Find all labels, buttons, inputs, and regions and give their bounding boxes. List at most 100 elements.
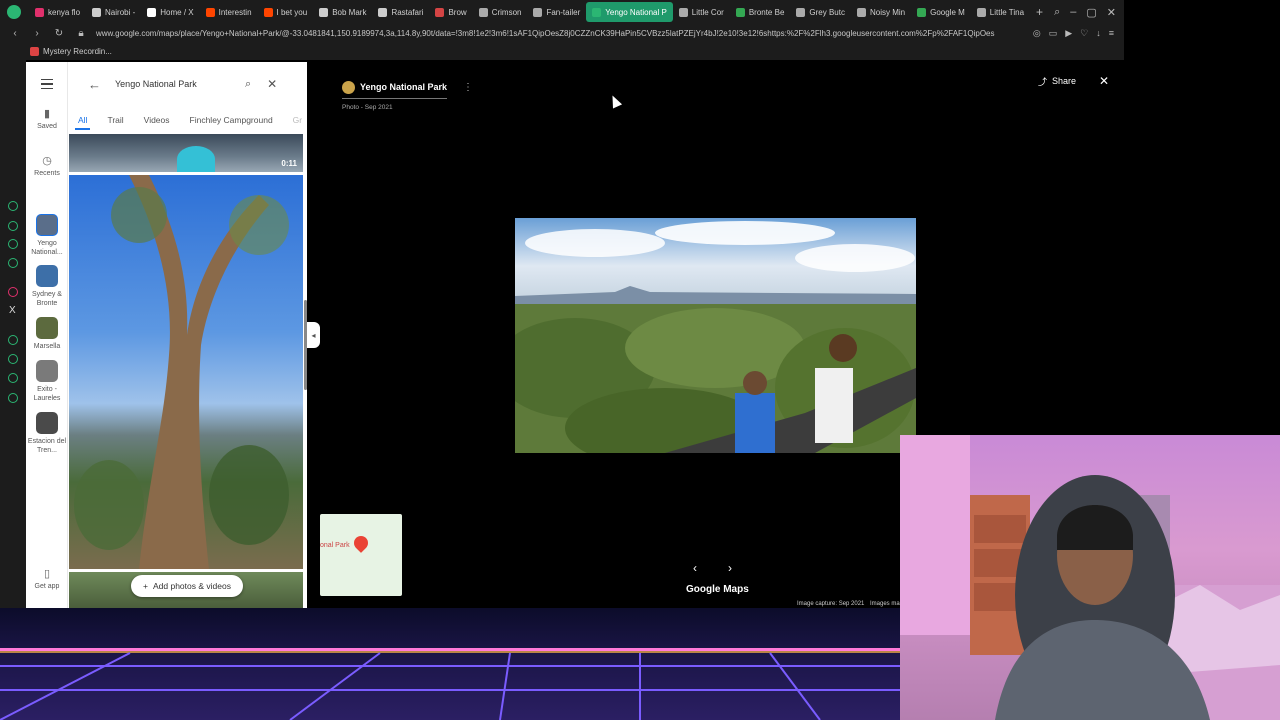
aria-icon[interactable] xyxy=(8,221,18,231)
place-name[interactable]: Yengo National Park xyxy=(360,82,447,92)
maps-side-panel: ← Yengo National Park ⌕ ✕ All Trail Vide… xyxy=(68,62,307,608)
address-bar: ‹ › ↻ 🔒︎ www.google.com/maps/place/Yengo… xyxy=(0,24,1124,42)
tab-label: Nairobi - xyxy=(105,7,136,17)
browser-tab[interactable]: Yengo National P xyxy=(586,2,673,22)
video-preview-image xyxy=(177,146,215,172)
video-duration: 0:11 xyxy=(281,159,297,168)
browser-tab[interactable]: Google M xyxy=(911,2,971,22)
landscape-photo-image xyxy=(515,218,916,453)
browser-tab[interactable]: Home / X xyxy=(141,2,199,22)
tab-favicon-icon xyxy=(917,7,927,17)
tab-label: Little Tina xyxy=(989,7,1025,17)
address-bar-actions: ◎ ▭ ▶ ♡ ↓ ≡ xyxy=(1033,28,1124,39)
image-capture-date: Image capture: Sep 2021 xyxy=(797,601,865,607)
video-thumbnail[interactable]: 0:11 xyxy=(69,134,303,172)
share-button[interactable]: ⤴ Share xyxy=(1038,74,1076,88)
history-icon: ◷ xyxy=(42,155,52,167)
browser-tab[interactable]: Rastafari xyxy=(372,2,429,22)
browser-tab[interactable]: Little Cor xyxy=(673,2,730,22)
minimize-icon[interactable]: – xyxy=(1070,6,1076,19)
tab-favicon-icon xyxy=(435,7,445,17)
opera-logo-icon[interactable] xyxy=(7,5,21,19)
rail-recents[interactable]: ◷ Recents xyxy=(26,155,68,178)
browser-tab[interactable]: Crimson xyxy=(473,2,528,22)
search-input[interactable]: Yengo National Park xyxy=(115,79,233,89)
search-icon[interactable]: ⌕ xyxy=(245,78,251,91)
refresh-sidebar-icon[interactable] xyxy=(8,201,18,211)
browser-tab[interactable]: Noisy Min xyxy=(851,2,911,22)
tab-favicon-icon xyxy=(263,7,273,17)
tab-finchley-campground[interactable]: Finchley Campground xyxy=(190,110,273,130)
browser-tab[interactable]: Fan-tailer xyxy=(527,2,586,22)
tab-trail[interactable]: Trail xyxy=(107,110,123,130)
photo-category-tabs: All Trail Videos Finchley Campground Gr xyxy=(68,110,307,130)
tab-favicon-icon xyxy=(856,7,866,17)
forward-icon[interactable]: › xyxy=(30,28,44,39)
back-arrow-icon[interactable]: ← xyxy=(88,77,101,92)
rail-recent-marsella[interactable]: Marsella xyxy=(26,317,68,351)
player-icon[interactable] xyxy=(8,335,18,345)
browser-tab[interactable]: Interestin xyxy=(200,2,258,22)
add-photos-button[interactable]: + Add photos & videos xyxy=(131,575,243,597)
main-photo[interactable] xyxy=(515,218,916,453)
browser-tab[interactable]: Nairobi - xyxy=(86,2,141,22)
whatsapp-icon[interactable] xyxy=(8,258,18,268)
history-icon[interactable] xyxy=(8,354,18,364)
heart-icon[interactable]: ♡ xyxy=(1080,28,1088,39)
new-tab-icon[interactable]: + xyxy=(1036,5,1043,19)
hamburger-menu-icon[interactable] xyxy=(41,79,53,89)
close-window-icon[interactable]: ✕ xyxy=(1107,6,1116,19)
tab-videos[interactable]: Videos xyxy=(144,110,170,130)
tab-all[interactable]: All xyxy=(74,110,92,130)
menu-icon[interactable]: ≡ xyxy=(1109,28,1114,39)
camera-icon[interactable]: ◎ xyxy=(1033,28,1041,39)
rail-recent-sydney[interactable]: Sydney & Bronte xyxy=(26,265,68,308)
place-avatar xyxy=(342,80,355,94)
rail-recent-yengo[interactable]: Yengo National... xyxy=(26,214,68,257)
browser-tab[interactable]: Bronte Be xyxy=(730,2,791,22)
images-attribution: Images ma xyxy=(870,601,900,607)
settings-icon[interactable] xyxy=(8,393,18,403)
browser-tab[interactable]: I bet you xyxy=(258,2,314,22)
back-icon[interactable]: ‹ xyxy=(8,28,22,39)
extensions-icon[interactable] xyxy=(8,373,18,383)
browser-tab[interactable]: kenya flo xyxy=(29,2,86,22)
reload-icon[interactable]: ↻ xyxy=(52,28,66,39)
browser-tab[interactable]: Grey Butc xyxy=(790,2,851,22)
mini-map[interactable]: onal Park xyxy=(320,514,402,596)
search-tabs-icon[interactable]: ⌕ xyxy=(1054,6,1060,19)
photo-thumbnail[interactable] xyxy=(69,175,303,569)
tab-label: Fan-tailer xyxy=(546,7,581,17)
close-viewer-icon[interactable]: ✕ xyxy=(1099,74,1109,88)
place-thumbnail xyxy=(36,317,58,339)
play-icon[interactable]: ▶ xyxy=(1065,28,1072,39)
bookmark-icon[interactable]: ▭ xyxy=(1049,28,1058,39)
maximize-icon[interactable]: ▢ xyxy=(1086,6,1096,19)
mouse-cursor xyxy=(607,93,623,109)
bookmark-item[interactable]: Mystery Recordin... xyxy=(43,47,112,56)
tab-favicon-icon xyxy=(147,7,157,17)
browser-tab[interactable]: Little Tina xyxy=(971,2,1030,22)
browser-tab[interactable]: Bob Mark xyxy=(313,2,372,22)
url-field[interactable]: www.google.com/maps/place/Yengo+National… xyxy=(96,29,996,38)
tab-more[interactable]: Gr xyxy=(293,110,302,130)
messenger-icon[interactable] xyxy=(8,239,18,249)
tree-photo-image xyxy=(74,175,289,569)
x-icon[interactable]: X xyxy=(9,305,19,316)
clear-search-icon[interactable]: ✕ xyxy=(267,77,277,91)
more-options-icon[interactable]: ⋮ xyxy=(463,82,473,93)
rail-get-app[interactable]: ▯ Get app xyxy=(26,569,68,591)
instagram-icon[interactable] xyxy=(8,287,18,297)
viewer-title: Yengo National Park ⋮ xyxy=(342,78,473,96)
tab-favicon-icon xyxy=(35,7,44,17)
next-photo-icon[interactable]: › xyxy=(728,561,732,575)
rail-recent-exito[interactable]: Exito - Laureles xyxy=(26,360,68,403)
browser-tab[interactable]: Brow xyxy=(429,2,472,22)
collapse-panel-button[interactable]: ◂ xyxy=(307,322,320,348)
opera-sidebar: X xyxy=(0,60,26,610)
previous-photo-icon[interactable]: ‹ xyxy=(693,561,697,575)
download-icon[interactable]: ↓ xyxy=(1096,28,1101,39)
rail-saved[interactable]: ▮ Saved xyxy=(26,109,68,131)
rail-recent-estacion[interactable]: Estacion del Tren... xyxy=(26,412,68,455)
tab-label: Noisy Min xyxy=(869,7,906,17)
